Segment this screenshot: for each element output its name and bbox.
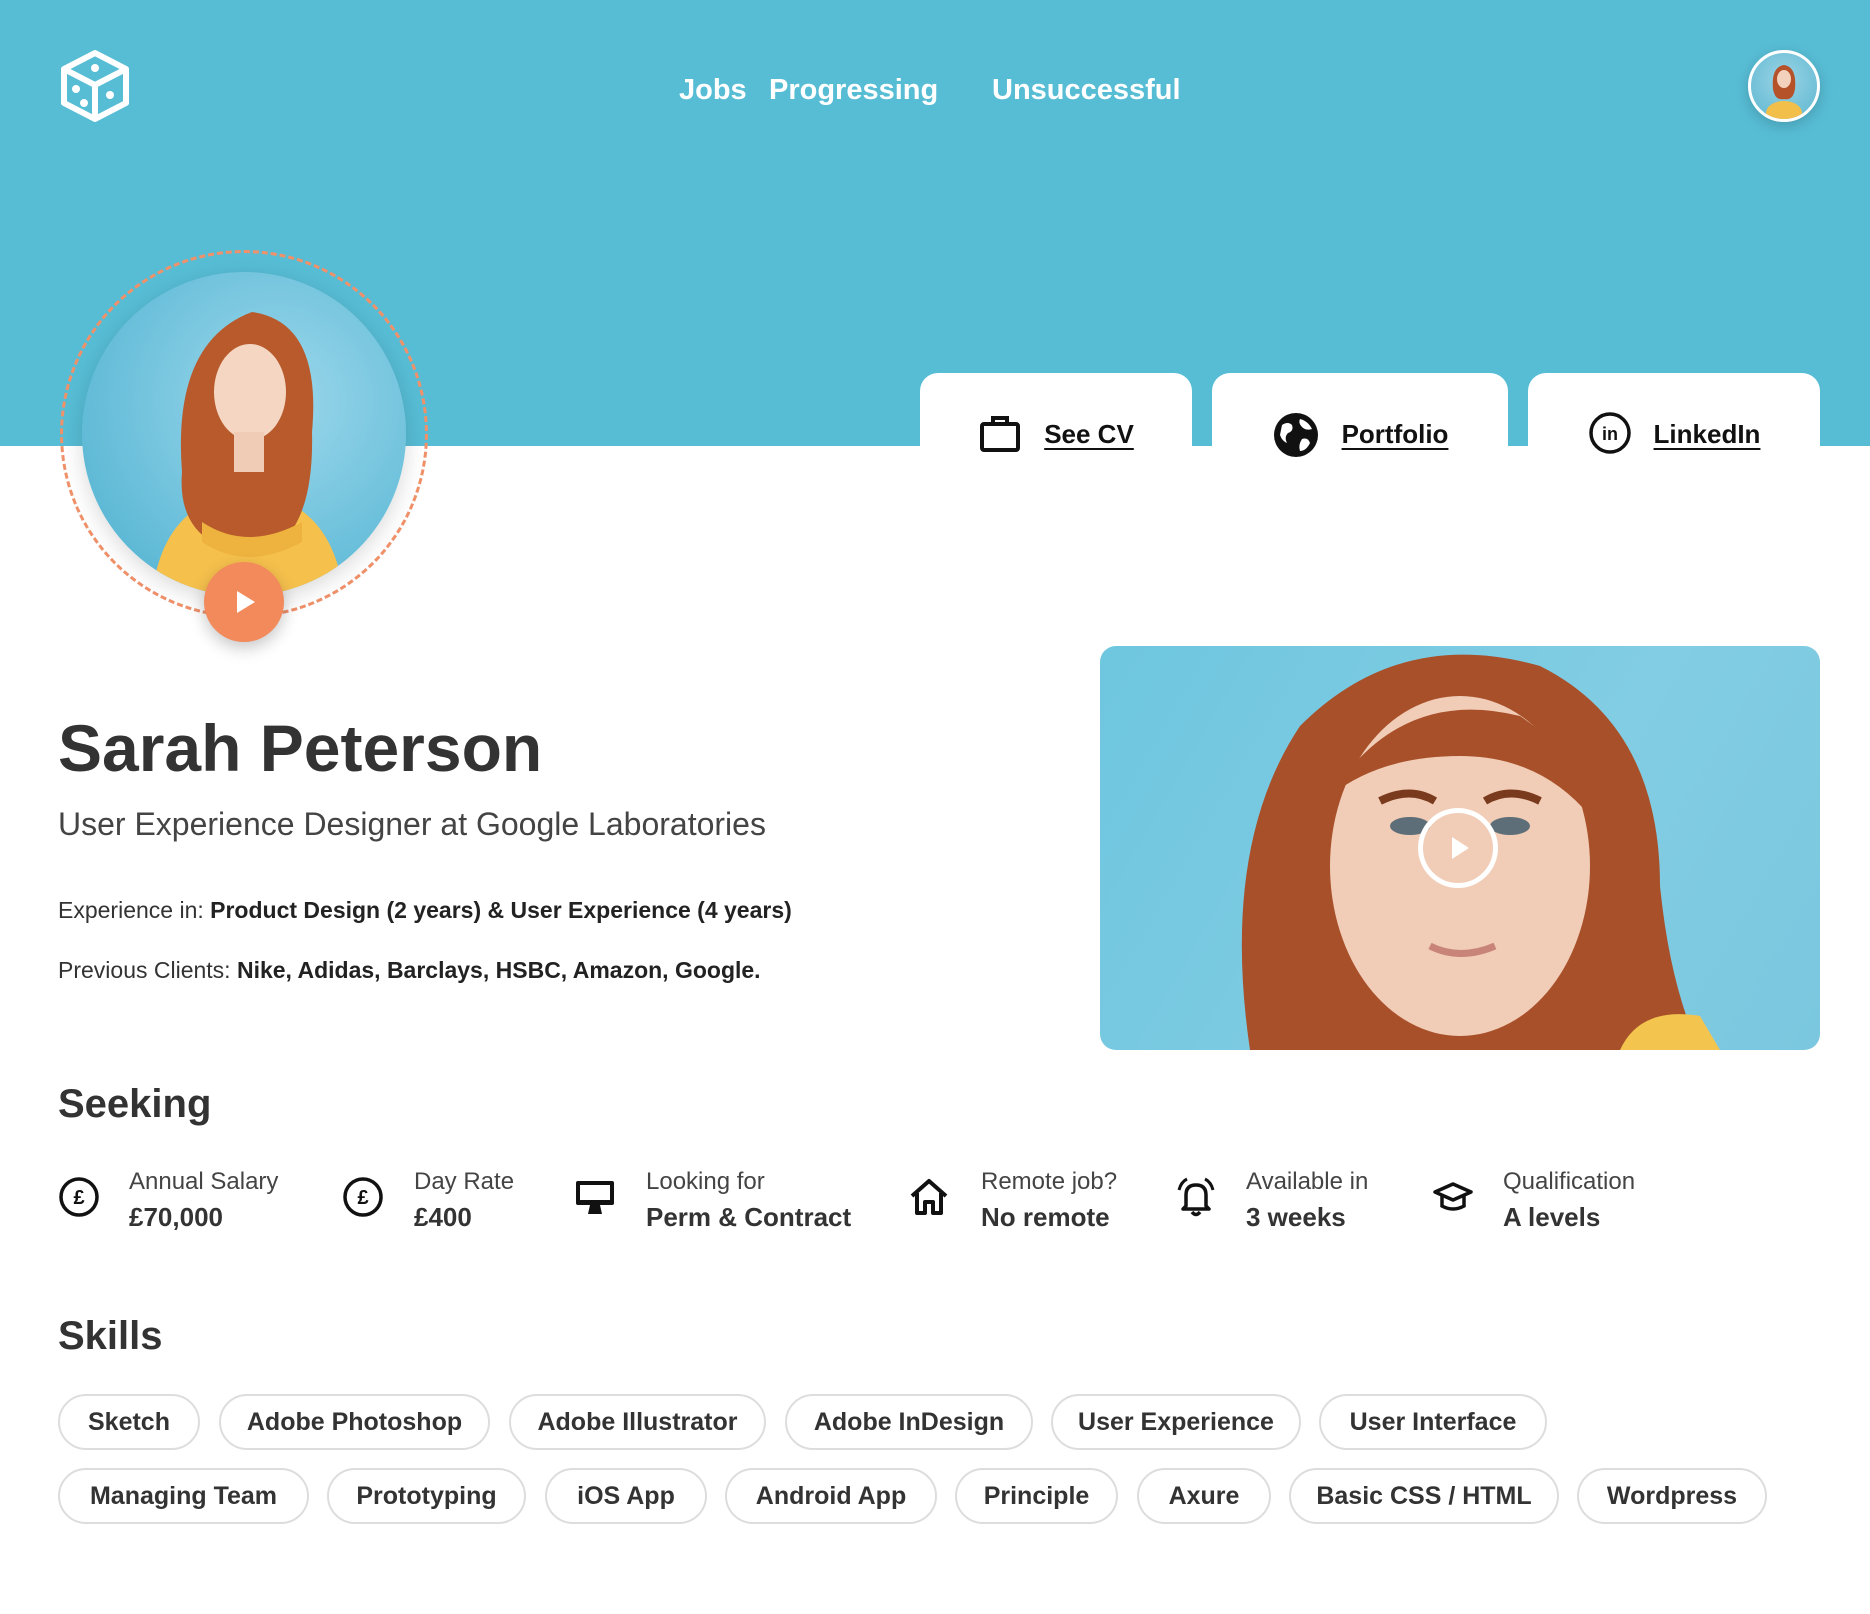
seek-annual-salary: £ Annual Salary £70,000 [58,1162,308,1242]
desktop-monitor-icon [576,1181,614,1214]
profile-photo [82,272,406,596]
seek-label: Day Rate [414,1168,515,1195]
linkedin-link[interactable]: in LinkedIn [1528,373,1820,493]
pound-coin-icon: £ [59,1177,99,1217]
skill-chip[interactable]: Adobe Photoshop [219,1394,490,1450]
skill-chip[interactable]: Android App [725,1468,937,1524]
seek-label: Qualification [1503,1168,1636,1195]
seek-looking-for: Looking for Perm & Contract [574,1162,874,1242]
skill-chip[interactable]: Adobe InDesign [785,1394,1033,1450]
svg-text:£: £ [73,1187,84,1209]
avatar-illustration [1766,65,1802,119]
skill-chip[interactable]: Wordpress [1577,1468,1767,1524]
dice-cube-logo-icon[interactable] [58,49,132,123]
skill-chip[interactable]: Basic CSS / HTML [1289,1468,1559,1524]
skill-chip[interactable]: User Experience [1051,1394,1301,1450]
briefcase-icon [980,416,1021,452]
experience-value: Product Design (2 years) & User Experien… [210,897,792,923]
seek-label: Remote job? [981,1168,1118,1195]
experience-label: Experience in: [58,897,204,923]
profile-name: Sarah Peterson [58,711,543,785]
seek-value: No remote [981,1202,1110,1232]
play-icon [237,591,255,613]
seek-remote-job: Remote job? No remote [908,1162,1148,1242]
seek-qualification: Qualification A levels [1432,1162,1672,1242]
svg-text:£: £ [357,1187,368,1209]
linkedin-icon: in [1588,412,1631,454]
video-play-button[interactable] [1418,808,1498,888]
seek-value: Perm & Contract [646,1202,852,1232]
profile-illustration [152,312,344,596]
alarm-bell-icon [1177,1177,1215,1217]
skills-title: Skills [58,1314,163,1358]
globe-icon [1273,413,1318,457]
skill-chip[interactable]: Adobe Illustrator [509,1394,766,1450]
profile-title: User Experience Designer at Google Labor… [58,806,766,842]
skill-chip[interactable]: User Interface [1319,1394,1547,1450]
graduation-cap-icon [1433,1182,1473,1211]
skill-chip[interactable]: Prototyping [327,1468,526,1524]
skill-chip[interactable]: Principle [955,1468,1118,1524]
intro-video[interactable] [1100,646,1820,1050]
home-icon [910,1179,948,1215]
portfolio-link[interactable]: Portfolio [1212,373,1508,493]
seek-value: 3 weeks [1246,1202,1346,1232]
skill-chip[interactable]: Sketch [58,1394,200,1450]
seek-label: Available in [1246,1168,1369,1195]
skill-chip[interactable]: iOS App [545,1468,707,1524]
play-icon [1452,837,1469,859]
skill-chip[interactable]: Managing Team [58,1468,309,1524]
svg-text:in: in [1602,424,1618,444]
skill-chip[interactable]: Axure [1137,1468,1271,1524]
seek-label: Annual Salary [129,1168,279,1195]
nav-unsuccessful[interactable]: Unsuccessful [992,74,1181,107]
user-avatar[interactable] [1748,50,1820,122]
seek-value: £400 [414,1202,472,1232]
seek-day-rate: £ Day Rate £400 [342,1162,542,1242]
see-cv-link[interactable]: See CV [920,373,1192,493]
seeking-title: Seeking [58,1082,212,1126]
see-cv-label: See CV [1044,419,1134,449]
seek-available-in: Available in 3 weeks [1175,1162,1395,1242]
clients-line: Previous Clients: Nike, Adidas, Barclays… [58,957,761,984]
clients-label: Previous Clients: [58,957,231,983]
pound-coin-icon: £ [343,1177,383,1217]
seek-value: £70,000 [129,1202,223,1232]
nav-progressing[interactable]: Progressing [769,74,938,107]
seek-label: Looking for [646,1168,765,1195]
portfolio-label: Portfolio [1341,419,1449,449]
experience-line: Experience in: Product Design (2 years) … [58,897,792,924]
linkedin-label: LinkedIn [1653,419,1761,449]
intro-play-button[interactable] [204,562,284,642]
clients-value: Nike, Adidas, Barclays, HSBC, Amazon, Go… [236,957,761,983]
nav-jobs[interactable]: Jobs [679,74,747,107]
seek-value: A levels [1503,1202,1601,1232]
